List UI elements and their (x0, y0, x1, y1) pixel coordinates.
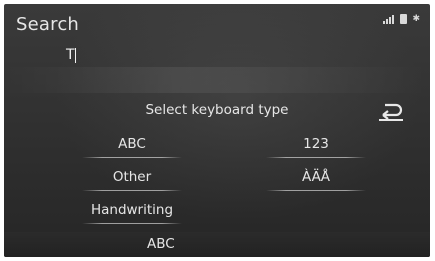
signal-icon (383, 15, 395, 24)
keyboard-option-other[interactable]: Other (82, 166, 182, 191)
input-underline (4, 67, 430, 93)
back-button[interactable] (376, 100, 406, 122)
text-cursor (75, 48, 76, 63)
dialog-title: Select keyboard type (145, 102, 289, 118)
current-keyboard-bar[interactable]: ABC (4, 232, 430, 257)
search-input-value: T (66, 47, 75, 63)
keyboard-option-123[interactable]: 123 (266, 133, 366, 158)
battery-icon (400, 14, 408, 24)
keyboard-option-abc[interactable]: ABC (82, 133, 182, 158)
current-keyboard-label: ABC (147, 236, 175, 252)
bluetooth-icon: ✱ (412, 14, 420, 24)
screen: Search ✱ T Select keyboard type ABC 123 … (4, 4, 430, 257)
return-icon (379, 103, 403, 121)
keyboard-type-dialog: Select keyboard type ABC 123 Other ÀÄÅ H… (4, 92, 430, 257)
status-bar: ✱ (383, 14, 420, 24)
keyboard-option-handwriting[interactable]: Handwriting (82, 199, 182, 224)
page-title: Search (16, 14, 80, 35)
keyboard-option-accented[interactable]: ÀÄÅ (266, 166, 366, 191)
